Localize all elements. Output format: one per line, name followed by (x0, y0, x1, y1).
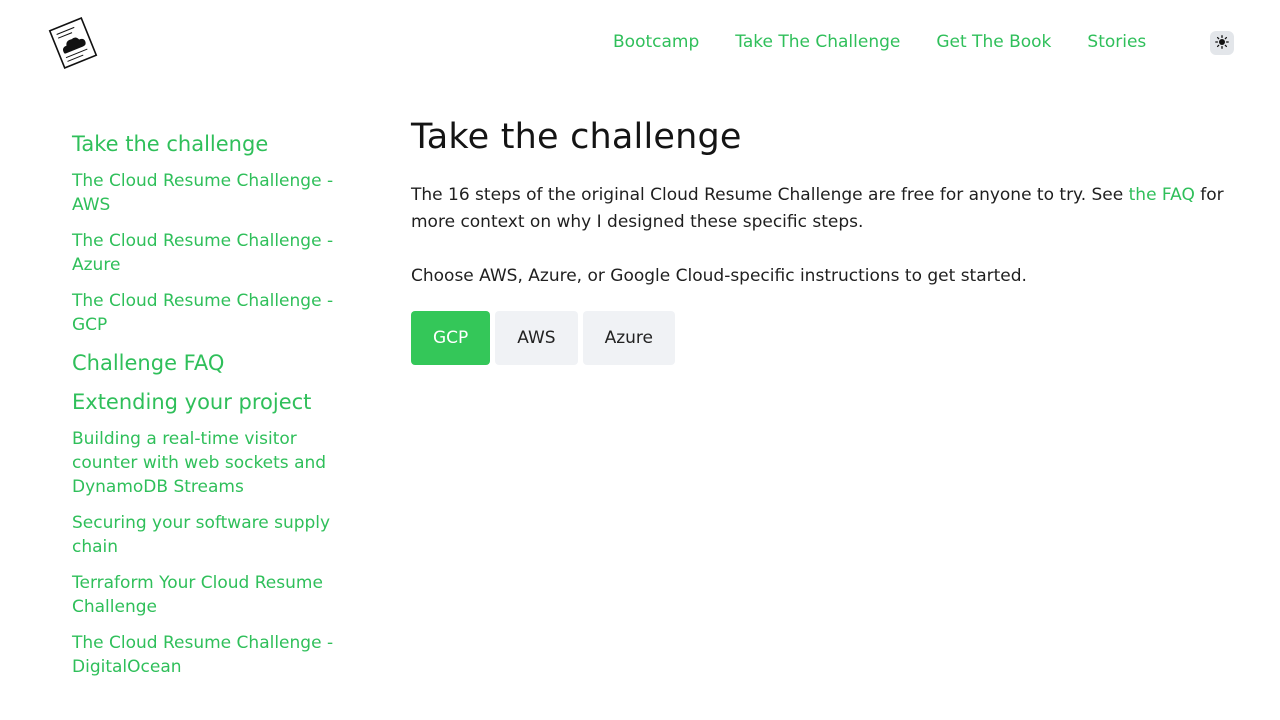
sidebar-item-gcp[interactable]: The Cloud Resume Challenge - GCP (72, 289, 362, 337)
sidebar-section-extending-your-project[interactable]: Extending your project (72, 388, 362, 416)
choose-provider-text: Choose AWS, Azure, or Google Cloud-speci… (411, 266, 1027, 286)
sidebar-item-terraform[interactable]: Terraform Your Cloud Resume Challenge (72, 571, 362, 619)
sidebar-item-azure[interactable]: The Cloud Resume Challenge - Azure (72, 229, 362, 277)
tab-gcp[interactable]: GCP (411, 311, 491, 365)
nav-link-bootcamp[interactable]: Bootcamp (613, 31, 699, 53)
sidebar-item-visitor-counter[interactable]: Building a real-time visitor counter wit… (72, 427, 362, 499)
cloud-resume-logo-icon[interactable] (44, 14, 102, 72)
sun-icon (1215, 34, 1229, 53)
tab-azure[interactable]: Azure (582, 311, 676, 365)
sidebar: Take the challenge The Cloud Resume Chal… (72, 130, 362, 691)
sidebar-item-supply-chain[interactable]: Securing your software supply chain (72, 511, 362, 559)
intro-text-start: The 16 steps of the original Cloud Resum… (411, 185, 1129, 205)
sidebar-item-digitalocean[interactable]: The Cloud Resume Challenge - DigitalOcea… (72, 631, 362, 679)
tab-aws[interactable]: AWS (495, 311, 578, 365)
nav-link-take-the-challenge[interactable]: Take The Challenge (735, 31, 900, 53)
faq-link[interactable]: the FAQ (1129, 185, 1195, 205)
provider-tabs: GCP AWS Azure (411, 311, 1251, 365)
sidebar-item-aws[interactable]: The Cloud Resume Challenge - AWS (72, 169, 362, 217)
page-title: Take the challenge (411, 117, 742, 157)
nav-link-stories[interactable]: Stories (1087, 31, 1146, 53)
sidebar-section-challenge-faq[interactable]: Challenge FAQ (72, 349, 362, 377)
intro-paragraph: The 16 steps of the original Cloud Resum… (411, 182, 1251, 236)
main-content: Take the challenge The 16 steps of the o… (411, 114, 1251, 365)
top-nav: Bootcamp Take The Challenge Get The Book… (613, 31, 1146, 53)
nav-link-get-the-book[interactable]: Get The Book (936, 31, 1051, 53)
theme-toggle-button[interactable] (1210, 31, 1234, 55)
site-header: Bootcamp Take The Challenge Get The Book… (0, 0, 1280, 86)
sidebar-section-take-the-challenge[interactable]: Take the challenge (72, 130, 362, 158)
